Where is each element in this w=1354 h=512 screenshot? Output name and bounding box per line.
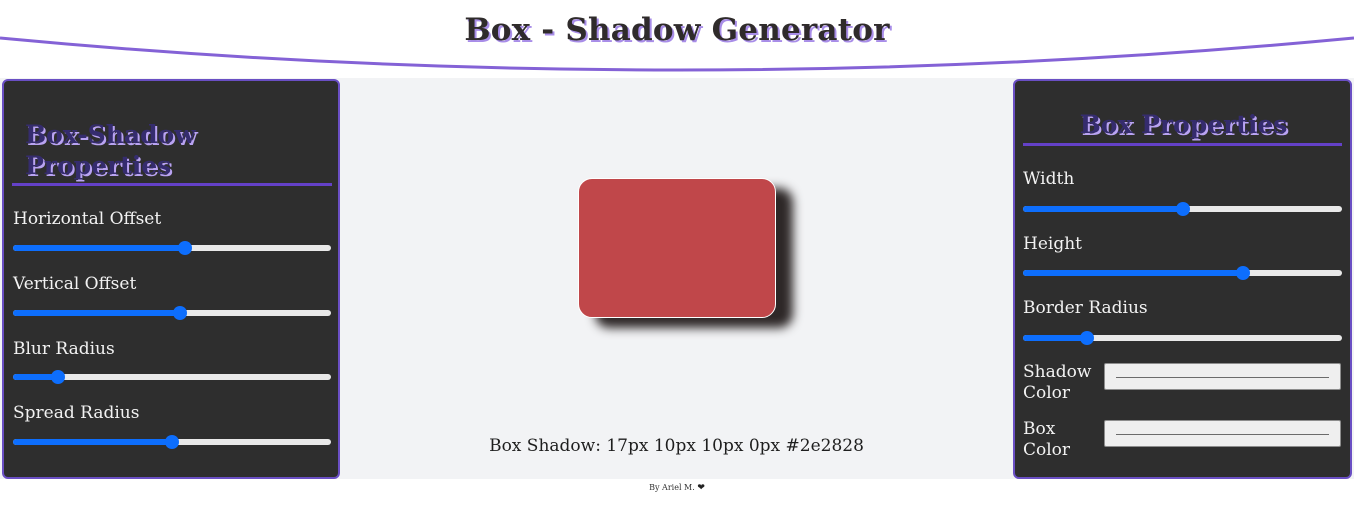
slider-fill	[13, 245, 185, 251]
border-radius-slider[interactable]	[1023, 330, 1342, 346]
border-radius-label: Border Radius	[1023, 298, 1148, 318]
shadow-color-label: Shadow Color	[1023, 362, 1092, 403]
box-color-label: Box Color	[1023, 419, 1071, 460]
divider	[12, 183, 332, 186]
header: Box - Shadow Generator	[0, 0, 1354, 72]
shadow-color-swatch	[1116, 377, 1329, 378]
spread-radius-slider[interactable]	[13, 434, 331, 450]
width-slider[interactable]	[1023, 201, 1342, 217]
footer-credit: By Ariel M. ❤	[0, 483, 1354, 493]
slider-fill	[13, 310, 180, 316]
preview-box	[578, 178, 776, 318]
slider-thumb[interactable]	[50, 370, 65, 384]
vertical-offset-slider[interactable]	[13, 305, 331, 321]
slider-thumb[interactable]	[1175, 202, 1190, 216]
vertical-offset-label: Vertical Offset	[13, 274, 137, 294]
blur-radius-label: Blur Radius	[13, 339, 115, 359]
panel-title: Box-Shadow Properties	[25, 120, 196, 180]
slider-fill	[1023, 335, 1087, 341]
slider-fill	[13, 439, 172, 445]
width-label: Width	[1023, 169, 1075, 189]
box-properties-panel: Box Properties Width Height Border Radiu…	[1013, 79, 1352, 479]
shadow-color-input[interactable]	[1104, 363, 1341, 390]
slider-fill	[1023, 206, 1183, 212]
height-slider[interactable]	[1023, 265, 1342, 281]
box-color-input[interactable]	[1104, 420, 1341, 447]
slider-thumb[interactable]	[165, 435, 179, 449]
divider	[1023, 143, 1342, 146]
page-title: Box - Shadow Generator	[464, 12, 890, 48]
credit-text: By Ariel M.	[649, 483, 695, 492]
height-label: Height	[1023, 234, 1082, 254]
slider-thumb[interactable]	[1079, 331, 1094, 345]
box-shadow-properties-panel: Box-Shadow Properties Horizontal Offset …	[2, 79, 340, 479]
panel-title: Box Properties	[1079, 110, 1288, 139]
slider-thumb[interactable]	[177, 241, 192, 255]
slider-fill	[1023, 270, 1244, 276]
blur-radius-slider[interactable]	[13, 369, 331, 385]
box-color-swatch	[1116, 434, 1329, 435]
spread-radius-label: Spread Radius	[13, 403, 140, 423]
horizontal-offset-slider[interactable]	[13, 240, 331, 256]
heart-icon: ❤	[697, 483, 705, 493]
slider-thumb[interactable]	[172, 306, 187, 320]
slider-thumb[interactable]	[1236, 266, 1251, 280]
horizontal-offset-label: Horizontal Offset	[13, 209, 162, 229]
box-shadow-output: Box Shadow: 17px 10px 10px 0px #2e2828	[489, 436, 864, 456]
